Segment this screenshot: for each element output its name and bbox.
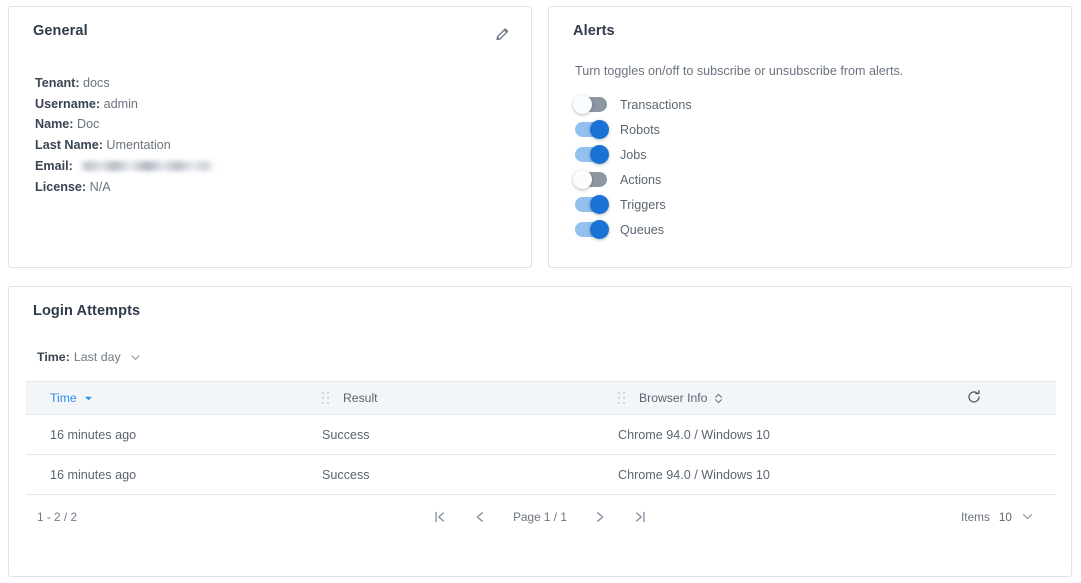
sort-updown-icon [714,393,723,404]
alerts-description: Turn toggles on/off to subscribe or unsu… [575,64,904,78]
field-value: docs [83,76,110,90]
general-title: General [33,23,88,39]
field-label: License: [35,179,87,194]
toggle-transactions[interactable] [573,95,607,114]
login-attempts-title: Login Attempts [33,303,141,319]
field-value: Doc [77,117,100,132]
cell-result: Success [322,414,618,455]
refresh-icon[interactable] [966,389,982,405]
chevron-down-icon[interactable] [1021,510,1034,523]
sort-toggle-browser-info[interactable]: Browser Info [639,391,723,405]
column-label-browser-info: Browser Info [639,391,708,405]
edit-pencil-icon[interactable] [491,23,513,45]
alert-toggle-row-transactions: Transactions [573,92,1071,117]
table-row[interactable]: 16 minutes ago Success Chrome 94.0 / Win… [26,454,1056,495]
items-per-page-value: 10 [998,509,1012,524]
toggle-actions[interactable] [573,170,607,189]
column-header-time[interactable]: Time [26,381,322,415]
toggle-label-queues: Queues [620,222,665,237]
general-card: General Tenant: docs Username: admin Nam… [8,6,532,268]
cell-time: 16 minutes ago [26,454,322,495]
table-row[interactable]: 16 minutes ago Success Chrome 94.0 / Win… [26,414,1056,455]
settings-page: General Tenant: docs Username: admin Nam… [0,0,1081,583]
column-header-browser-info[interactable]: Browser Info [618,381,966,415]
alert-toggle-row-queues: Queues [575,217,1071,242]
column-label-time: Time [50,391,77,405]
field-value: N/A [89,179,111,194]
time-filter-label: Time: [37,350,70,364]
login-attempts-header: Login Attempts [9,287,1071,319]
field-value: admin [103,96,138,111]
field-label: Email: [35,158,73,173]
time-filter-value: Last day [73,350,121,364]
toggle-label-transactions: Transactions [620,97,692,112]
chevron-down-icon [84,394,93,403]
general-field-name: Name: Doc [35,114,531,135]
toggle-label-triggers: Triggers [620,197,666,212]
login-attempts-table: Time Result Browser Info 16 minutes ago … [26,381,1056,495]
general-field-last-name: Last Name: Umentation [35,135,531,156]
alerts-toggle-list: Transactions Robots Jobs Actions Trigger… [549,78,1071,242]
table-header-row: Time Result Browser Info [26,381,1056,415]
last-page-icon[interactable] [629,506,651,528]
login-attempts-card: Login Attempts Time: Last day Time Resul… [8,286,1072,577]
email-value-redacted [79,160,216,171]
general-field-license: License: N/A [35,177,531,198]
pagination-page-label: Page 1 / 1 [513,509,567,524]
alerts-card-header: Alerts [549,7,1071,39]
toggle-jobs[interactable] [575,145,609,164]
column-header-result[interactable]: Result [322,381,618,415]
general-field-tenant: Tenant: docs [35,73,531,94]
general-field-list: Tenant: docs Username: admin Name: Doc L… [9,45,531,197]
field-value: Umentation [106,138,171,153]
toggle-label-jobs: Jobs [620,147,647,162]
column-resize-grip-icon[interactable] [618,391,626,405]
cell-time: 16 minutes ago [26,414,322,455]
items-per-page-label: Items [961,509,990,524]
cell-browser: Chrome 94.0 / Windows 10 [618,414,966,455]
alert-toggle-row-triggers: Triggers [575,192,1071,217]
sort-toggle-time[interactable]: Time [50,391,93,405]
chevron-down-icon[interactable] [130,352,141,363]
toggle-triggers[interactable] [575,195,609,214]
alerts-title: Alerts [573,23,615,39]
cell-browser: Chrome 94.0 / Windows 10 [618,454,966,495]
cell-spacer [966,414,1056,455]
alert-toggle-row-jobs: Jobs [575,142,1071,167]
toggle-robots[interactable] [575,120,609,139]
next-page-icon[interactable] [589,506,611,528]
field-label: Tenant: [35,76,80,90]
table-pagination: 1 - 2 / 2 Page 1 / 1 Items 10 [26,495,1054,538]
field-label: Name: [35,117,74,132]
time-filter[interactable]: Time: Last day [9,319,1071,364]
first-page-icon[interactable] [429,506,451,528]
cell-result: Success [322,454,618,495]
general-card-header: General [9,7,531,45]
cell-spacer [966,454,1056,495]
pagination-count: 1 - 2 / 2 [37,509,77,524]
previous-page-icon[interactable] [469,506,491,528]
column-label-result: Result [343,391,378,405]
alerts-card: Alerts Turn toggles on/off to subscribe … [548,6,1072,268]
field-label: Last Name: [35,138,103,153]
column-resize-grip-icon[interactable] [322,391,330,405]
field-label: Username: [35,96,101,111]
alert-toggle-row-actions: Actions [573,167,1071,192]
general-field-email: Email: [35,156,531,177]
alert-toggle-row-robots: Robots [575,117,1071,142]
toggle-queues[interactable] [575,220,609,239]
items-per-page[interactable]: Items 10 [961,510,1054,524]
toggle-label-actions: Actions [620,172,662,187]
pagination-controls: Page 1 / 1 [26,506,1054,528]
toggle-label-robots: Robots [620,122,660,137]
general-field-username: Username: admin [35,94,531,115]
sort-toggle-result[interactable]: Result [343,391,378,405]
column-header-actions [966,381,1056,415]
